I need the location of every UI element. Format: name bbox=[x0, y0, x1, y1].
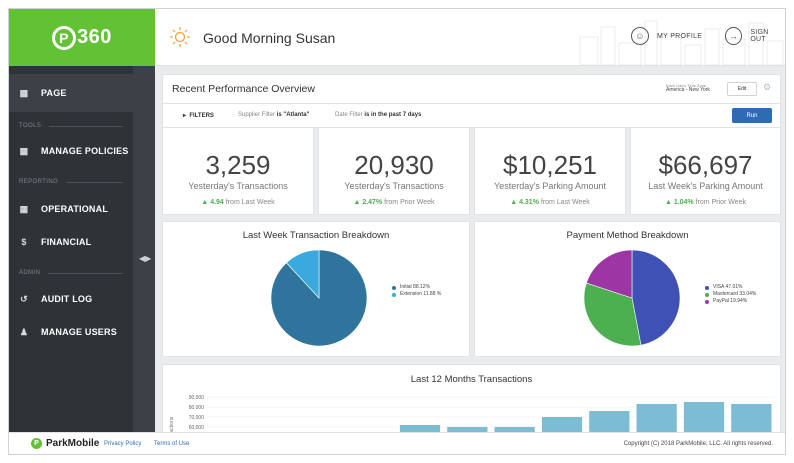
chart-legend: Initial 88.12% Extension 11.88 % bbox=[392, 284, 441, 298]
sidebar-item-label: PAGE bbox=[41, 88, 67, 98]
payment-pie-chart bbox=[583, 249, 681, 347]
gear-icon[interactable]: ⚙ bbox=[763, 82, 771, 93]
app-window: P 360 Good Morning Susan ☺ MY PROFILE → … bbox=[8, 8, 786, 455]
greeting-text: Good Morning Susan bbox=[203, 30, 336, 46]
logo-p-icon: P bbox=[52, 25, 77, 50]
app-logo[interactable]: P 360 bbox=[9, 9, 155, 66]
chart-title: Payment Method Breakdown bbox=[566, 230, 689, 241]
payment-breakdown-panel: Payment Method Breakdown VISA 47.01% Mas… bbox=[474, 221, 781, 357]
my-profile-label: MY PROFILE bbox=[657, 32, 703, 40]
y-tick-label: 80,000 bbox=[189, 405, 205, 411]
parkmobile-logo-icon: P bbox=[31, 438, 42, 449]
kpi-label: Yesterday's Transactions bbox=[344, 181, 444, 191]
sign-out-link[interactable]: → SIGN OUT bbox=[725, 27, 785, 45]
kpi-card: 3,259 Yesterday's Transactions ▲ 4.94 fr… bbox=[162, 127, 314, 215]
trend-up-icon: ▲ bbox=[510, 199, 520, 206]
sidebar-item-label: AUDIT LOG bbox=[41, 294, 93, 304]
filters-toggle[interactable]: ▸ FILTERS bbox=[183, 112, 214, 119]
kpi-value: 3,259 bbox=[205, 150, 271, 180]
legend-dot bbox=[705, 292, 709, 297]
kpi-card: $66,697 Last Week's Parking Amount ▲ 1.0… bbox=[630, 127, 781, 215]
legend-item: Extension 11.88 % bbox=[392, 291, 441, 298]
trend-up-icon: ▲ bbox=[201, 199, 211, 206]
sidebar: ◀▶ ▩ PAGE TOOLS ▩ MANAGE POLICIES REPORT… bbox=[9, 66, 155, 432]
overview-header: Recent Performance Overview Each Day's T… bbox=[162, 74, 781, 104]
sidebar-item-financial[interactable]: $ FINANCIAL bbox=[19, 237, 91, 247]
kpi-label: Last Week's Parking Amount bbox=[648, 181, 763, 191]
kpi-card: 20,930 Yesterday's Transactions ▲ 2.47% … bbox=[318, 127, 470, 215]
history-icon: ↺ bbox=[20, 293, 28, 304]
run-button[interactable]: Run bbox=[732, 108, 772, 123]
page-icon: ▩ bbox=[19, 87, 29, 98]
chart-title: Last 12 Months Transactions bbox=[410, 374, 533, 385]
legend-item: PayPal 19.94% bbox=[705, 298, 756, 305]
sign-out-label: SIGN OUT bbox=[750, 29, 769, 43]
copyright-text: Copyright (C) 2018 ParkMobile, LLC. All … bbox=[623, 441, 773, 447]
legend-dot bbox=[392, 285, 396, 290]
kpi-card: $10,251 Yesterday's Parking Amount ▲ 4.3… bbox=[474, 127, 626, 215]
y-tick-label: 90,000 bbox=[189, 395, 205, 401]
top-header: Good Morning Susan ☺ MY PROFILE → SIGN O… bbox=[155, 9, 785, 66]
kpi-trend: ▲ 4.94 from Last Week bbox=[201, 199, 275, 206]
kpi-label: Yesterday's Transactions bbox=[188, 181, 288, 191]
dollar-icon: $ bbox=[21, 237, 27, 247]
legend-item: Mastercard 33.04% bbox=[705, 291, 756, 298]
transaction-pie-chart bbox=[270, 249, 368, 347]
sidebar-item-manage-users[interactable]: ♟ MANAGE USERS bbox=[19, 326, 117, 338]
kpi-trend: ▲ 1.04% from Prior Week bbox=[664, 199, 747, 206]
sidebar-item-audit-log[interactable]: ↺ AUDIT LOG bbox=[19, 293, 93, 305]
edit-button[interactable]: Edit bbox=[727, 82, 757, 96]
sidebar-collapse-rail[interactable] bbox=[133, 66, 155, 432]
calendar-icon: ▦ bbox=[19, 203, 29, 214]
profile-icon: ☺ bbox=[631, 27, 649, 45]
sidebar-item-manage-policies[interactable]: ▩ MANAGE POLICIES bbox=[19, 145, 129, 157]
sign-out-icon: → bbox=[725, 27, 743, 45]
footer: P ParkMobile Privacy Policy Terms of Use… bbox=[9, 432, 785, 454]
y-tick-label: 70,000 bbox=[189, 415, 205, 421]
sidebar-section-tools: TOOLS bbox=[19, 123, 123, 129]
sidebar-item-operational[interactable]: ▦ OPERATIONAL bbox=[19, 203, 109, 215]
legend-item: Initial 88.12% bbox=[392, 284, 441, 291]
sidebar-section-reporting: REPORTING bbox=[19, 179, 123, 185]
sun-icon bbox=[170, 27, 190, 47]
date-filter[interactable]: Date Filter is in the past 7 days bbox=[335, 112, 421, 118]
filters-bar: ▸ FILTERS Supplier Filter is "Atlanta" D… bbox=[162, 104, 781, 128]
timezone-selector[interactable]: Each Day's Time Zone America - New York bbox=[666, 83, 710, 93]
kpi-trend: ▲ 2.47% from Prior Week bbox=[353, 199, 435, 206]
my-profile-link[interactable]: ☺ MY PROFILE bbox=[631, 27, 702, 45]
legend-dot bbox=[705, 299, 709, 304]
chart-legend: VISA 47.01% Mastercard 33.04% PayPal 19.… bbox=[705, 284, 756, 305]
sidebar-item-label: OPERATIONAL bbox=[41, 204, 109, 214]
chart-title: Last Week Transaction Breakdown bbox=[242, 230, 390, 241]
kpi-trend: ▲ 4.31% from Last Week bbox=[510, 199, 590, 206]
y-tick-label: 60,000 bbox=[189, 425, 205, 431]
kpi-value: $10,251 bbox=[503, 150, 597, 180]
page-title: Recent Performance Overview bbox=[172, 83, 315, 95]
sidebar-item-label: MANAGE USERS bbox=[41, 327, 117, 337]
transaction-breakdown-panel: Last Week Transaction Breakdown Initial … bbox=[162, 221, 470, 357]
sidebar-section-admin: ADMIN bbox=[19, 270, 123, 276]
kpi-value: 20,930 bbox=[354, 150, 434, 180]
user-icon: ♟ bbox=[19, 326, 29, 337]
logo-text: 360 bbox=[77, 26, 112, 48]
collapse-arrows-icon[interactable]: ◀▶ bbox=[139, 254, 151, 263]
legend-dot bbox=[392, 292, 396, 297]
sidebar-item-page[interactable]: ▩ PAGE bbox=[19, 87, 67, 99]
terms-of-use-link[interactable]: Terms of Use bbox=[154, 441, 189, 447]
trend-up-icon: ▲ bbox=[353, 199, 363, 206]
legend-dot bbox=[705, 285, 709, 290]
kpi-value: $66,697 bbox=[658, 150, 753, 180]
privacy-policy-link[interactable]: Privacy Policy bbox=[104, 441, 141, 447]
sidebar-item-label: FINANCIAL bbox=[41, 237, 92, 247]
kpi-label: Yesterday's Parking Amount bbox=[494, 181, 606, 191]
legend-item: VISA 47.01% bbox=[705, 284, 756, 291]
policies-icon: ▩ bbox=[19, 145, 29, 156]
pie-slice bbox=[631, 249, 681, 346]
sidebar-item-label: MANAGE POLICIES bbox=[41, 146, 129, 156]
parkmobile-logo: P ParkMobile bbox=[31, 438, 99, 449]
supplier-filter[interactable]: Supplier Filter is "Atlanta" bbox=[238, 112, 309, 118]
trend-up-icon: ▲ bbox=[664, 199, 674, 206]
